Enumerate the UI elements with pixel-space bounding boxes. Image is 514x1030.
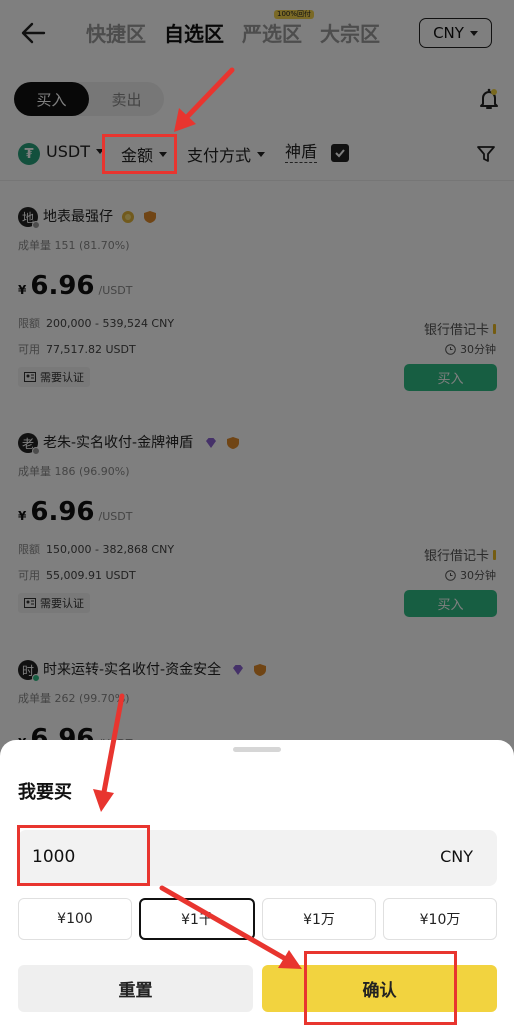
preset-10k[interactable]: ¥1万 xyxy=(262,898,376,940)
amount-value: 1000 xyxy=(32,847,76,867)
preset-100[interactable]: ¥100 xyxy=(18,898,132,940)
confirm-button[interactable]: 确认 xyxy=(262,965,497,1012)
preset-amounts: ¥100 ¥1千 ¥1万 ¥10万 xyxy=(18,898,497,940)
reset-button[interactable]: 重置 xyxy=(18,965,253,1012)
amount-input[interactable]: 1000 CNY xyxy=(18,830,497,886)
drag-handle[interactable] xyxy=(233,747,281,752)
amount-unit: CNY xyxy=(440,847,473,866)
sheet-title: 我要买 xyxy=(18,782,72,803)
preset-100k[interactable]: ¥10万 xyxy=(383,898,497,940)
preset-1k[interactable]: ¥1千 xyxy=(139,898,255,940)
buy-amount-sheet: 我要买 1000 CNY ¥100 ¥1千 ¥1万 ¥10万 重置 确认 xyxy=(0,740,514,1030)
